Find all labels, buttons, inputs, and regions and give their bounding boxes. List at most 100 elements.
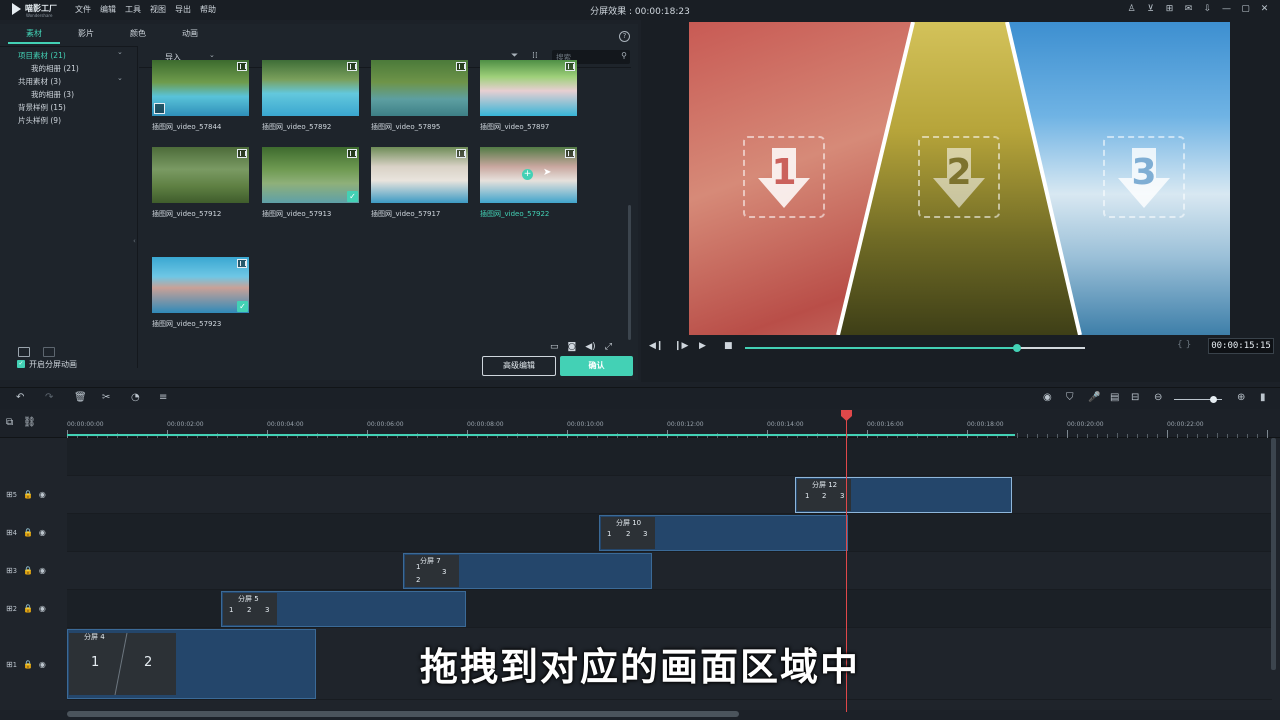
zoom-out-icon[interactable]: ⊖ [1154, 392, 1162, 403]
display-settings-icon[interactable]: ▭ [550, 342, 559, 352]
clip-thumbnail: 1 2 [69, 633, 176, 695]
eye-icon[interactable]: ◉ [39, 566, 46, 575]
split-screen-clip[interactable]: 1 2 3 分屏 7 [403, 553, 652, 589]
chevron-down-icon[interactable]: ⌄ [117, 48, 123, 56]
tree-item-project-media[interactable]: 项目素材 (21) [18, 50, 66, 61]
redo-icon[interactable]: ↷ [45, 392, 53, 403]
lock-icon[interactable]: 🔒 [23, 660, 33, 669]
menu-tools[interactable]: 工具 [125, 4, 141, 15]
split-screen-icon[interactable]: ⊟ [1131, 392, 1139, 403]
mark-in-out-icon[interactable]: { } [1177, 340, 1191, 350]
tree-item-my-album[interactable]: 我的相册 (21) [31, 63, 79, 74]
tab-animation[interactable]: 动画 [164, 26, 216, 44]
playhead-line [846, 416, 847, 712]
link-icon[interactable]: ⛓ [23, 417, 36, 428]
collapse-panel-icon[interactable]: ‹ [133, 237, 136, 245]
download-icon[interactable]: ⇩ [1202, 3, 1213, 15]
menu-view[interactable]: 视图 [150, 4, 166, 15]
user-icon[interactable]: ♙ [1126, 3, 1137, 15]
split-screen-clip[interactable]: 1 2 3 分屏 12 [795, 477, 1012, 513]
tab-media[interactable]: 素材 [8, 26, 60, 44]
split-screen-clip[interactable]: 1 2 3 分屏 10 [599, 515, 848, 551]
step-play-icon[interactable]: ❙▶ [674, 341, 688, 351]
help-icon[interactable]: ? [619, 31, 630, 42]
chevron-down-icon[interactable]: ⌄ [117, 74, 123, 82]
timeline-horizontal-scrollbar[interactable] [67, 711, 739, 717]
chevron-down-icon[interactable]: ⌄ [209, 51, 215, 59]
clip-label: 分屏 5 [238, 595, 259, 603]
render-icon[interactable]: ◉ [1043, 392, 1052, 403]
media-item[interactable]: 插图网_video_57892 [262, 60, 359, 132]
lock-icon[interactable]: 🔒 [23, 490, 33, 499]
eye-icon[interactable]: ◉ [39, 490, 46, 499]
tree-item-background-samples[interactable]: 背景样例 (15) [18, 102, 66, 113]
video-track-icon: ⊞4 [6, 528, 17, 537]
tree-item-shared-media[interactable]: 共用素材 (3) [18, 76, 61, 87]
media-item[interactable]: 插图网_video_57895 [371, 60, 468, 132]
media-item[interactable]: 插图网_video_57917 [371, 147, 468, 219]
tab-color[interactable]: 颜色 [112, 26, 164, 44]
microphone-icon[interactable]: 🎤 [1088, 392, 1100, 403]
media-scrollbar[interactable] [628, 205, 631, 340]
ruler-label: 00:00:12:00 [667, 421, 704, 428]
confirm-button[interactable]: 确认 [560, 356, 633, 376]
media-item[interactable]: 插图网_video_57897 [480, 60, 577, 132]
media-item-hovered[interactable]: + ➤ 插图网_video_57922 [480, 147, 577, 219]
gift-icon[interactable]: ⊞ [1164, 3, 1175, 15]
eye-icon[interactable]: ◉ [39, 528, 46, 537]
menu-export[interactable]: 导出 [175, 4, 191, 15]
media-item[interactable]: ✓ 插图网_video_57923 [152, 257, 249, 329]
cart-icon[interactable]: ⊻ [1145, 3, 1156, 15]
maximize-icon[interactable]: ▢ [1240, 3, 1251, 15]
undo-icon[interactable]: ↶ [16, 392, 24, 403]
drop-target-1[interactable]: 1 [743, 136, 825, 218]
zoom-slider-handle[interactable] [1210, 396, 1217, 403]
progress-handle[interactable] [1013, 344, 1021, 352]
play-icon[interactable]: ▶ [699, 341, 706, 351]
menu-help[interactable]: 帮助 [200, 4, 216, 15]
close-icon[interactable]: ✕ [1259, 3, 1270, 15]
zoom-in-icon[interactable]: ⊕ [1237, 392, 1245, 403]
minimize-icon[interactable]: — [1221, 3, 1232, 15]
split-screen-clip[interactable]: 1 2 3 分屏 5 [221, 591, 466, 627]
video-badge-icon [237, 62, 247, 71]
track-number: 1 [12, 661, 17, 669]
mixer-icon[interactable]: ▤ [1110, 392, 1119, 403]
eye-icon[interactable]: ◉ [39, 660, 46, 669]
lock-icon[interactable]: 🔒 [23, 528, 33, 537]
delete-icon[interactable]: 🗑 [74, 392, 87, 403]
add-track-icon[interactable]: ⧉ [6, 417, 13, 428]
search-icon[interactable]: ⚲ [621, 51, 627, 60]
mail-icon[interactable]: ✉ [1183, 3, 1194, 15]
lock-icon[interactable]: 🔒 [23, 604, 33, 613]
lock-icon[interactable]: 🔒 [23, 566, 33, 575]
media-item[interactable]: ✓ 插图网_video_57913 [262, 147, 359, 219]
eye-icon[interactable]: ◉ [39, 604, 46, 613]
advanced-edit-button[interactable]: 高级编辑 [482, 356, 556, 376]
speed-icon[interactable]: ◔ [131, 392, 140, 403]
timeline-settings-icon[interactable]: ▮ [1260, 392, 1266, 403]
adjust-icon[interactable]: ≡ [159, 392, 167, 403]
playback-progress[interactable] [745, 344, 1085, 352]
add-plus-icon[interactable]: + [522, 169, 533, 180]
timeline-vertical-scrollbar[interactable] [1271, 438, 1276, 670]
volume-icon[interactable]: ◀) [585, 342, 595, 352]
enable-split-animation-checkbox[interactable]: ✓ [17, 360, 25, 368]
stop-icon[interactable]: ■ [724, 341, 733, 351]
tree-item-intro-samples[interactable]: 片头样例 (9) [18, 115, 61, 126]
clip-label: 分屏 7 [420, 557, 441, 565]
tree-item-shared-album[interactable]: 我的相册 (3) [31, 89, 74, 100]
marker-icon[interactable]: ⛉ [1066, 392, 1074, 403]
media-item[interactable]: 插图网_video_57912 [152, 147, 249, 219]
drop-target-3[interactable]: 3 [1103, 136, 1185, 218]
cut-icon[interactable]: ✂ [102, 392, 110, 403]
drop-target-2[interactable]: 2 [918, 136, 1000, 218]
tab-movie[interactable]: 影片 [60, 26, 112, 44]
previous-frame-icon[interactable]: ◀❙ [649, 341, 663, 351]
menu-file[interactable]: 文件 [75, 4, 91, 15]
snapshot-icon[interactable]: ◙ [568, 342, 577, 352]
split-screen-clip[interactable]: 1 2 分屏 4 [67, 629, 316, 699]
menu-edit[interactable]: 编辑 [100, 4, 116, 15]
media-item[interactable]: 插图网_video_57844 [152, 60, 249, 132]
fullscreen-icon[interactable]: ⤢ [605, 342, 612, 352]
